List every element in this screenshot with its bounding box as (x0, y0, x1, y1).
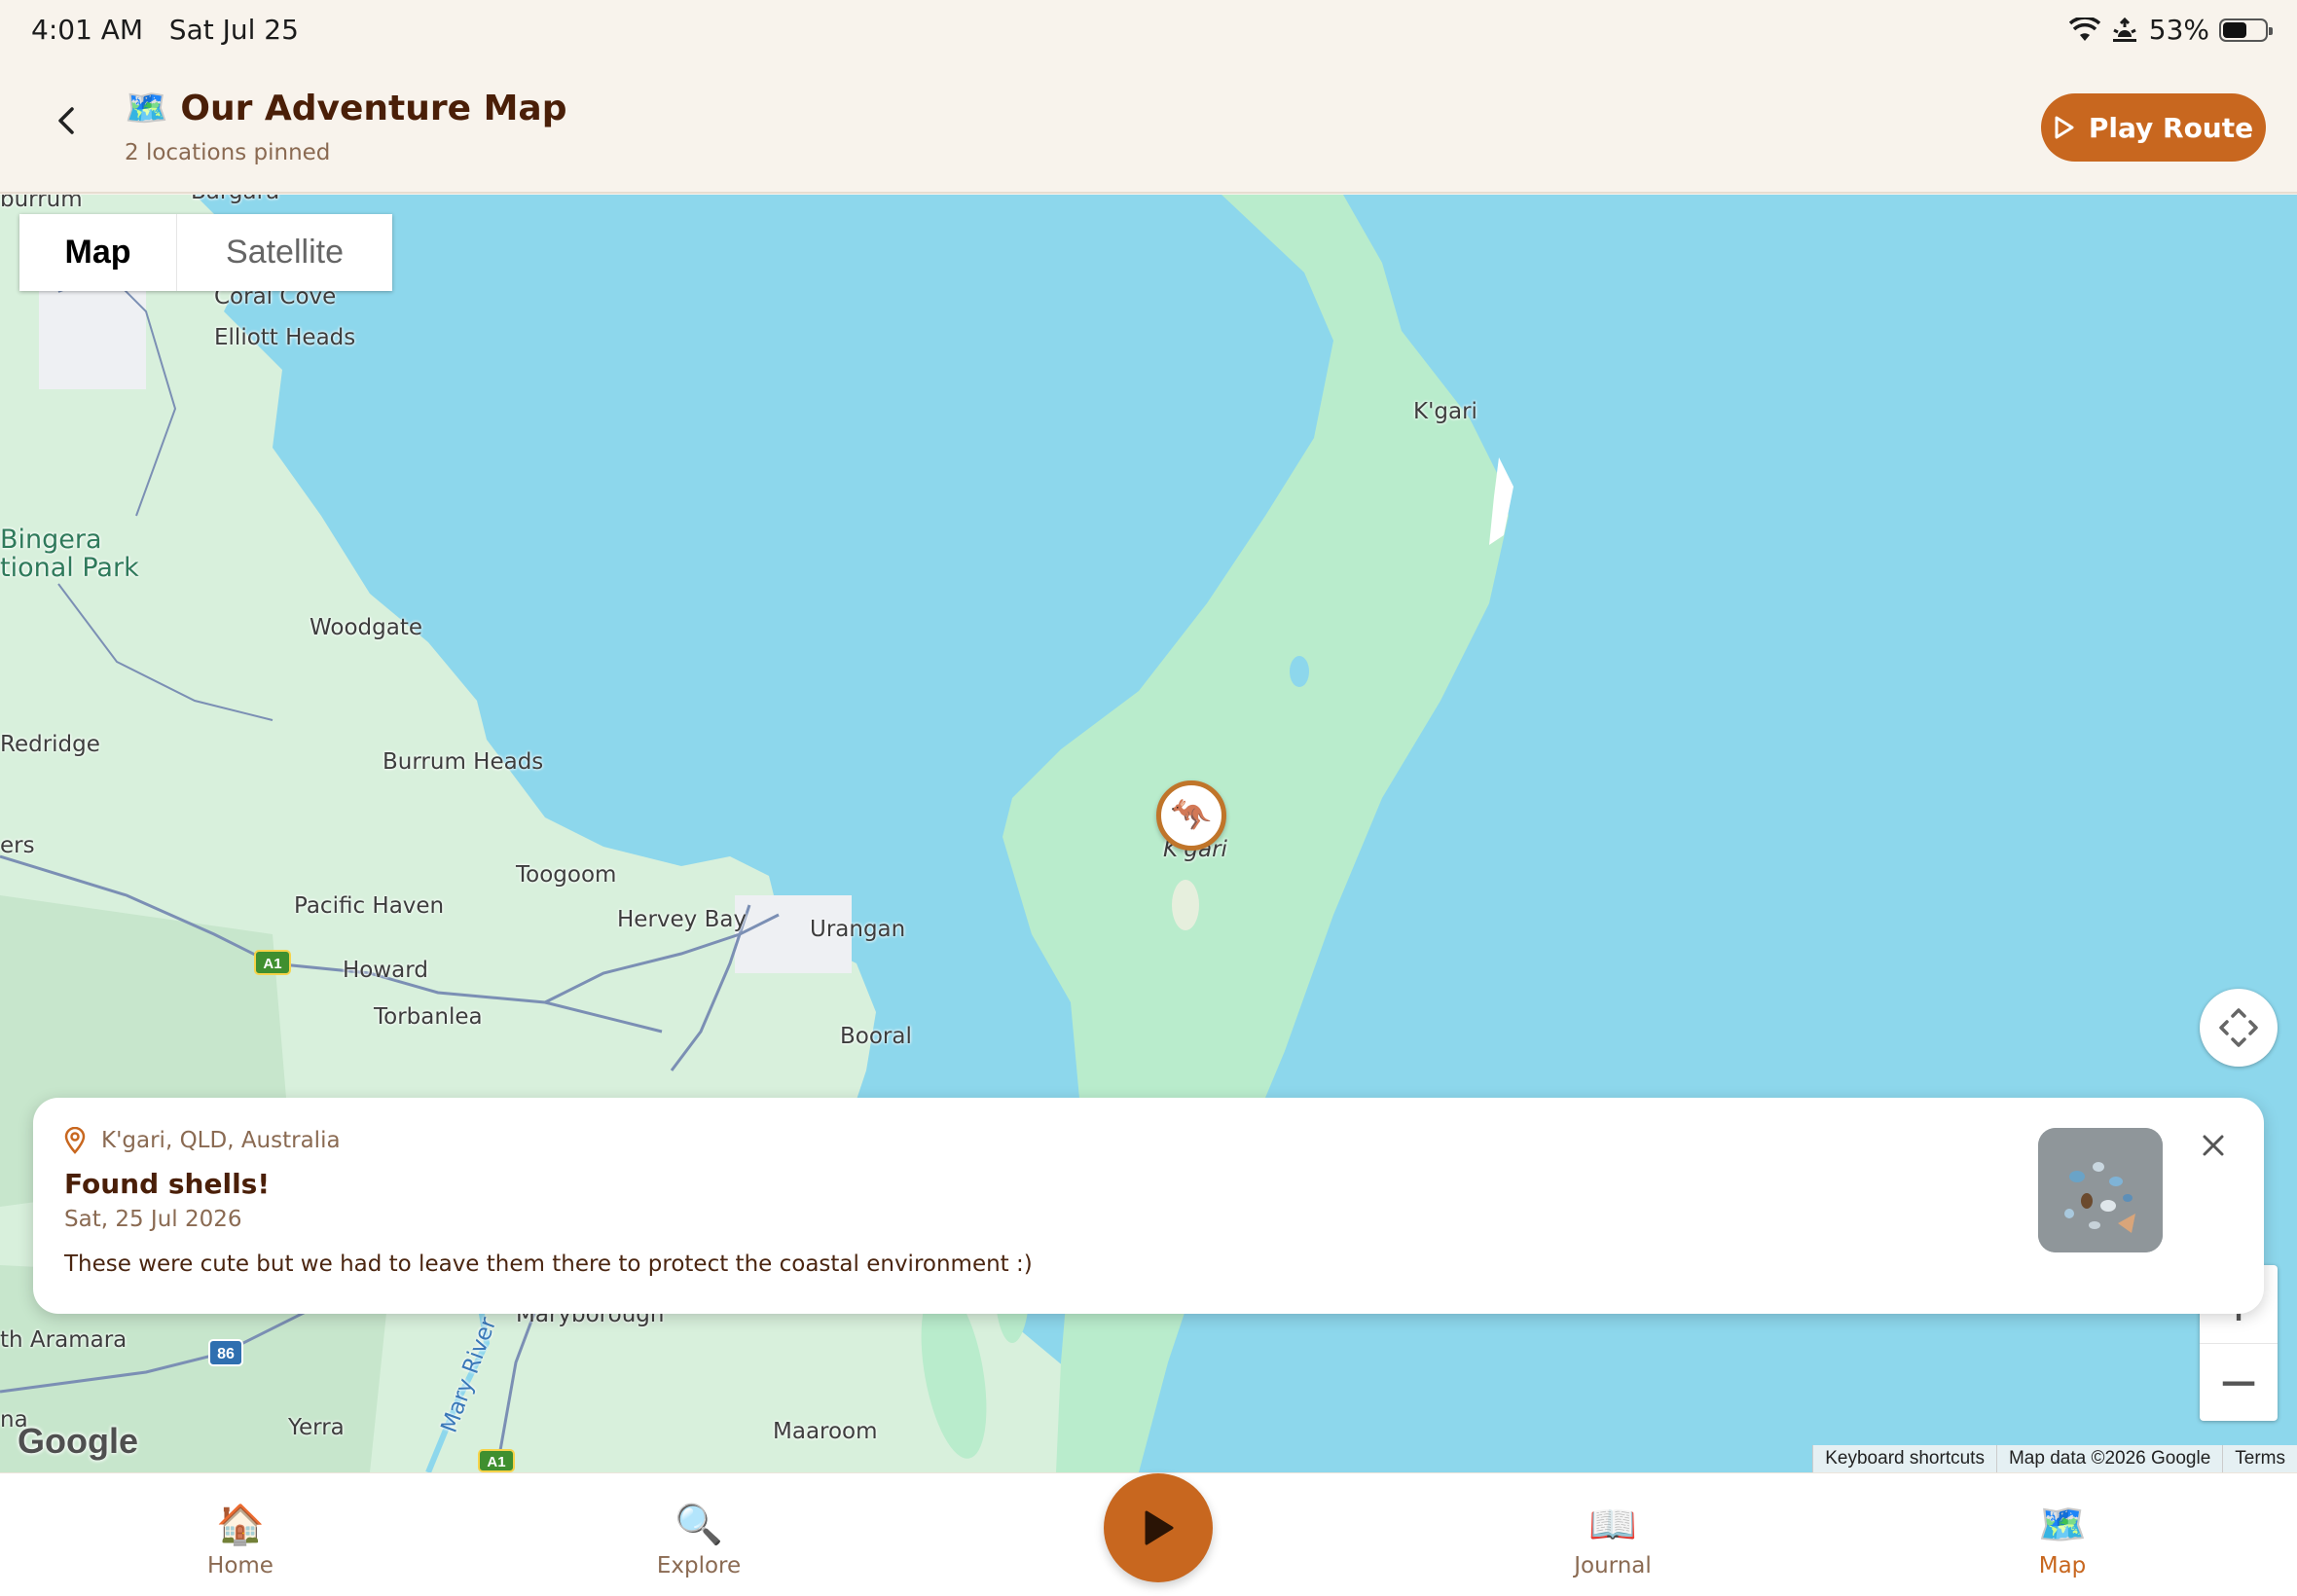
map-type-toggle: Map Satellite (19, 214, 392, 291)
play-route-button[interactable]: Play Route (2041, 93, 2266, 162)
app-header: 🗺️ Our Adventure Map 2 locations pinned … (0, 62, 2297, 194)
play-icon (1145, 1510, 1174, 1545)
back-button[interactable] (47, 105, 86, 144)
tab-journal-label: Journal (1574, 1553, 1652, 1578)
svg-text:A1: A1 (487, 1454, 505, 1470)
close-icon (2203, 1135, 2224, 1156)
road-shield-a1-south: A1 (478, 1449, 515, 1472)
status-time: 4:01 AM (31, 14, 144, 46)
kangaroo-icon: 🦘 (1170, 796, 1213, 835)
status-icons: 53% (2068, 14, 2273, 46)
map-label-toogoom: Toogoom (516, 862, 617, 888)
battery-percent: 53% (2148, 14, 2209, 46)
map-label-pacific-haven: Pacific Haven (294, 893, 445, 919)
card-location-text: K'gari, QLD, Australia (101, 1128, 341, 1153)
map-type-map-button[interactable]: Map (19, 214, 177, 291)
card-date: Sat, 25 Jul 2026 (64, 1207, 242, 1232)
page-title-text: Our Adventure Map (180, 89, 567, 128)
svg-text:86: 86 (217, 1346, 235, 1362)
map-label-burrum-heads: Burrum Heads (383, 749, 544, 775)
location-pin-icon (64, 1127, 86, 1154)
card-location: K'gari, QLD, Australia (64, 1127, 341, 1154)
tab-map[interactable]: 🗺️ Map (1965, 1501, 2160, 1578)
map-label-elliott-heads: Elliott Heads (214, 325, 356, 350)
map-label-ers: ers (0, 833, 35, 858)
road-shield-a1-north: A1 (254, 950, 291, 975)
chevron-left-icon (58, 107, 74, 134)
map-data-text: Map data ©2026 Google (1995, 1445, 2222, 1472)
map-label-torbanlea: Torbanlea (374, 1004, 483, 1030)
map-label-redridge: Redridge (0, 732, 100, 757)
map-label-bargara: Bargara (191, 195, 279, 204)
zoom-out-button[interactable]: − (2200, 1343, 2278, 1421)
fullscreen-icon (2219, 1008, 2258, 1047)
map-label-kgari-north: K'gari (1413, 399, 1477, 424)
map-label-howard: Howard (343, 958, 428, 983)
tab-home[interactable]: 🏠 Home (143, 1501, 338, 1578)
map-label-booral: Booral (840, 1024, 912, 1049)
map-label-woodgate: Woodgate (310, 615, 422, 640)
home-icon: 🏠 (216, 1503, 265, 1547)
google-logo: Google (18, 1421, 138, 1461)
shells-photo (2038, 1128, 2163, 1252)
fullscreen-button[interactable] (2200, 989, 2278, 1067)
pinned-count: 2 locations pinned (125, 140, 331, 165)
location-marker[interactable]: 🦘 (1156, 780, 1226, 851)
terms-link[interactable]: Terms (2222, 1445, 2297, 1472)
map-label-maaroom: Maaroom (773, 1419, 878, 1444)
tab-explore-label: Explore (656, 1553, 742, 1578)
map-label-aramara: th Aramara (0, 1327, 128, 1353)
map-type-satellite-button[interactable]: Satellite (177, 214, 392, 291)
tab-explore[interactable]: 🔍 Explore (602, 1501, 796, 1578)
map-label-burrum: burrum (0, 195, 83, 212)
battery-icon (2219, 18, 2273, 42)
wifi-icon (2068, 17, 2100, 41)
status-date: Sat Jul 25 (168, 14, 299, 46)
svg-text:A1: A1 (263, 956, 281, 972)
book-icon: 📖 (1588, 1503, 1637, 1547)
map-label-national-park: tional Park (0, 553, 139, 583)
page-title: 🗺️ Our Adventure Map (125, 88, 566, 128)
play-button[interactable] (1104, 1473, 1213, 1582)
card-description: These were cute but we had to leave them… (64, 1251, 1033, 1277)
map-icon: 🗺️ (2038, 1503, 2087, 1547)
tab-journal[interactable]: 📖 Journal (1515, 1501, 1710, 1578)
card-photo-thumbnail[interactable] (2038, 1128, 2163, 1252)
map-label-bingera-park: Bingera tional Park (0, 526, 139, 582)
card-title: Found shells! (64, 1168, 271, 1200)
map-label-hervey-bay: Hervey Bay (617, 907, 747, 932)
status-time-date: 4:01 AM Sat Jul 25 (31, 14, 299, 46)
map-label-yerra: Yerra (288, 1415, 345, 1440)
close-card-button[interactable] (2194, 1127, 2233, 1166)
map-label-bingera: Bingera (0, 525, 102, 555)
road-shield-86: 86 (208, 1339, 243, 1366)
play-outline-icon (2055, 116, 2074, 139)
sunrise-icon (2112, 17, 2136, 42)
map-attribution: Keyboard shortcuts Map data ©2026 Google… (1812, 1445, 2297, 1472)
keyboard-shortcuts-link[interactable]: Keyboard shortcuts (1812, 1445, 1996, 1472)
status-bar: 4:01 AM Sat Jul 25 53% (0, 0, 2297, 62)
tab-home-label: Home (207, 1553, 273, 1578)
play-route-label: Play Route (2088, 111, 2254, 144)
bottom-tab-bar: 🏠 Home 🔍 Explore 📖 Journal 🗺️ Map (0, 1472, 2297, 1596)
tab-map-label: Map (2038, 1553, 2087, 1578)
search-icon: 🔍 (675, 1503, 723, 1547)
map-emoji-icon: 🗺️ (125, 89, 168, 128)
map-label-urangan: Urangan (810, 917, 906, 942)
location-detail-card[interactable]: K'gari, QLD, Australia Found shells! Sat… (33, 1098, 2264, 1314)
